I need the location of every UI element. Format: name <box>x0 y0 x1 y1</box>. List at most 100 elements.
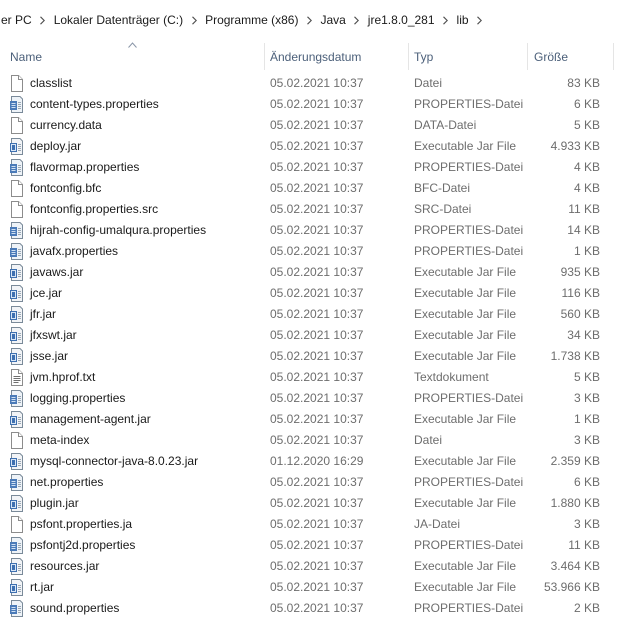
chevron-right-icon[interactable] <box>439 13 453 27</box>
file-name: jfxswt.jar <box>30 328 77 342</box>
column-header-modified-label: Änderungsdatum <box>270 49 362 64</box>
file-row[interactable]: management-agent.jar 05.02.2021 10:37 Exec… <box>0 409 627 430</box>
file-name: fontconfig.properties.src <box>30 202 159 216</box>
file-size: 4 KB <box>573 160 600 174</box>
file-modified: 05.02.2021 10:37 <box>270 391 364 405</box>
file-row[interactable]: plugin.jar 05.02.2021 10:37 Executable Jar… <box>0 493 627 514</box>
column-header-type[interactable]: Typ <box>414 40 524 73</box>
file-size: 1 KB <box>573 412 600 426</box>
column-divider[interactable] <box>408 43 409 70</box>
file-name: plugin.jar <box>30 496 79 510</box>
file-size: 11 KB <box>568 538 600 552</box>
file-size: 935 KB <box>560 265 600 279</box>
file-row[interactable]: jsse.jar 05.02.2021 10:37 Executable Jar F… <box>0 346 627 367</box>
file-row[interactable]: hijrah-config-umalqura.properties 05.02.2… <box>0 220 627 241</box>
jar-file-icon <box>9 558 24 575</box>
jar-file-icon <box>9 138 24 155</box>
file-type: Executable Jar File <box>414 454 517 468</box>
file-type: Executable Jar File <box>414 307 517 321</box>
file-row[interactable]: psfontj2d.properties 05.02.2021 10:37 PROP… <box>0 535 627 556</box>
generic-file-icon <box>9 201 24 218</box>
properties-file-icon <box>9 159 24 176</box>
jar-file-icon <box>9 264 24 281</box>
file-modified: 01.12.2020 16:29 <box>270 454 364 468</box>
breadcrumb-item[interactable]: Java <box>316 13 349 27</box>
file-row[interactable]: fontconfig.bfc 05.02.2021 10:37 BFC-Datei 4… <box>0 178 627 199</box>
sort-ascending-icon <box>128 42 137 48</box>
file-row[interactable]: psfont.properties.ja 05.02.2021 10:37 JA-D… <box>0 514 627 535</box>
file-row[interactable]: javafx.properties 05.02.2021 10:37 PROPERT… <box>0 241 627 262</box>
file-row[interactable]: javaws.jar 05.02.2021 10:37 Executable Jar… <box>0 262 627 283</box>
file-modified: 05.02.2021 10:37 <box>270 433 364 447</box>
file-type: PROPERTIES-Datei <box>414 391 524 405</box>
column-header-modified[interactable]: Änderungsdatum <box>270 40 406 73</box>
file-row[interactable]: classlist 05.02.2021 10:37 Datei 83 KB <box>0 73 627 94</box>
properties-file-icon <box>9 600 24 617</box>
file-name: fontconfig.bfc <box>30 181 102 195</box>
file-row[interactable]: fontconfig.properties.src 05.02.2021 10:3… <box>0 199 627 220</box>
breadcrumb-item[interactable]: er PC <box>0 13 36 27</box>
file-type: PROPERTIES-Datei <box>414 244 524 258</box>
file-row[interactable]: jfr.jar 05.02.2021 10:37 Executable Jar Fi… <box>0 304 627 325</box>
file-name: content-types.properties <box>30 97 159 111</box>
file-row[interactable]: flavormap.properties 05.02.2021 10:37 PROP… <box>0 157 627 178</box>
file-name: jsse.jar <box>30 349 69 363</box>
column-divider[interactable] <box>264 43 265 70</box>
file-row[interactable]: mysql-connector-java-8.0.23.jar 01.12.202… <box>0 451 627 472</box>
file-row[interactable]: jfxswt.jar 05.02.2021 10:37 Executable Jar… <box>0 325 627 346</box>
chevron-right-icon[interactable] <box>36 13 50 27</box>
file-modified: 05.02.2021 10:37 <box>270 580 364 594</box>
file-row[interactable]: jvm.hprof.txt 05.02.2021 10:37 Textdokumen… <box>0 367 627 388</box>
file-row[interactable]: jce.jar 05.02.2021 10:37 Executable Jar Fi… <box>0 283 627 304</box>
file-name: javaws.jar <box>30 265 84 279</box>
file-modified: 05.02.2021 10:37 <box>270 265 364 279</box>
file-row[interactable]: rt.jar 05.02.2021 10:37 Executable Jar Fil… <box>0 577 627 598</box>
file-size: 3 KB <box>573 391 600 405</box>
jar-file-icon <box>9 327 24 344</box>
file-modified: 05.02.2021 10:37 <box>270 118 364 132</box>
column-header-size[interactable]: Größe <box>534 40 614 73</box>
file-modified: 05.02.2021 10:37 <box>270 496 364 510</box>
file-type: Executable Jar File <box>414 580 517 594</box>
file-row[interactable]: resources.jar 05.02.2021 10:37 Executable … <box>0 556 627 577</box>
file-modified: 05.02.2021 10:37 <box>270 349 364 363</box>
file-type: Executable Jar File <box>414 265 517 279</box>
file-modified: 05.02.2021 10:37 <box>270 76 364 90</box>
properties-file-icon <box>9 390 24 407</box>
breadcrumb-item[interactable]: lib <box>453 13 473 27</box>
chevron-right-icon[interactable] <box>302 13 316 27</box>
properties-file-icon <box>9 474 24 491</box>
file-size: 3 KB <box>573 433 600 447</box>
file-rows: classlist 05.02.2021 10:37 Datei 83 KB conte… <box>0 73 627 619</box>
file-row[interactable]: currency.data 05.02.2021 10:37 DATA-Datei 5… <box>0 115 627 136</box>
file-row[interactable]: content-types.properties 05.02.2021 10:37… <box>0 94 627 115</box>
file-name: resources.jar <box>30 559 100 573</box>
properties-file-icon <box>9 222 24 239</box>
file-row[interactable]: deploy.jar 05.02.2021 10:37 Executable Jar… <box>0 136 627 157</box>
column-divider[interactable] <box>613 43 614 70</box>
file-name: psfontj2d.properties <box>30 538 136 552</box>
column-header-name-label: Name <box>10 49 43 64</box>
file-modified: 05.02.2021 10:37 <box>270 181 364 195</box>
file-row[interactable]: meta-index 05.02.2021 10:37 Datei 3 KB <box>0 430 627 451</box>
file-row[interactable]: sound.properties 05.02.2021 10:37 PROPERTI… <box>0 598 627 619</box>
file-row[interactable]: net.properties 05.02.2021 10:37 PROPERTIES… <box>0 472 627 493</box>
breadcrumb-item[interactable]: Lokaler Datenträger (C:) <box>50 13 187 27</box>
chevron-right-icon[interactable] <box>473 13 487 27</box>
file-row[interactable]: logging.properties 05.02.2021 10:37 PROPER… <box>0 388 627 409</box>
file-name: management-agent.jar <box>30 412 151 426</box>
column-divider[interactable] <box>527 43 528 70</box>
file-size: 34 KB <box>567 328 600 342</box>
file-size: 4 KB <box>573 181 600 195</box>
file-modified: 05.02.2021 10:37 <box>270 244 364 258</box>
chevron-right-icon[interactable] <box>350 13 364 27</box>
chevron-right-icon[interactable] <box>187 13 201 27</box>
breadcrumb-segment: lib <box>453 13 487 27</box>
file-type: Executable Jar File <box>414 496 517 510</box>
file-modified: 05.02.2021 10:37 <box>270 307 364 321</box>
breadcrumb-item[interactable]: Programme (x86) <box>201 13 302 27</box>
file-type: Executable Jar File <box>414 349 517 363</box>
file-type: Datei <box>414 76 443 90</box>
breadcrumb-item[interactable]: jre1.8.0_281 <box>364 13 439 27</box>
file-size: 5 KB <box>573 370 600 384</box>
